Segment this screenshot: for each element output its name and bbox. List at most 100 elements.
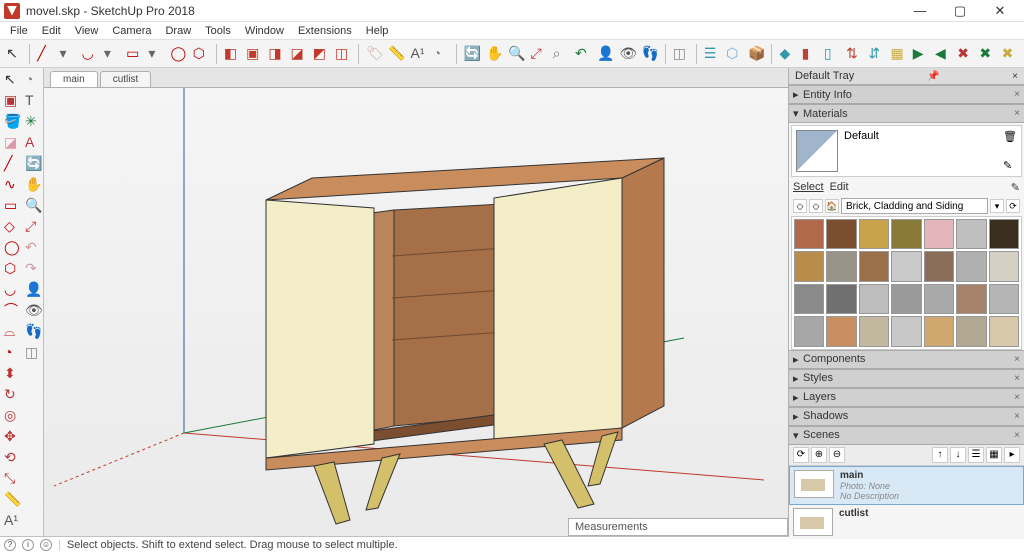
panel-close-icon[interactable]: × <box>1014 430 1020 441</box>
orbit-icon[interactable]: 🔄 <box>462 43 482 65</box>
orbit-icon[interactable]: 🔄 <box>23 154 43 174</box>
front-view-icon[interactable]: ◨ <box>266 43 286 65</box>
look-around-icon[interactable]: 👁 <box>23 301 43 321</box>
move-up-icon[interactable]: ↑ <box>932 447 948 463</box>
material-swatch[interactable] <box>989 316 1019 346</box>
thumb-view-icon[interactable]: ▦ <box>986 447 1002 463</box>
position-camera-icon[interactable]: 👤 <box>595 43 615 65</box>
collection-dropdown-icon[interactable]: ▾ <box>990 199 1004 213</box>
pan-icon[interactable]: ✋ <box>484 43 504 65</box>
collection-dropdown[interactable] <box>841 198 988 214</box>
walk-icon[interactable]: 👣 <box>23 322 43 342</box>
material-swatch[interactable] <box>989 284 1019 314</box>
panel-materials[interactable]: ▾ Materials × <box>789 104 1024 123</box>
material-swatch[interactable] <box>956 316 986 346</box>
3d-text-icon[interactable]: A <box>23 133 43 153</box>
polygon-icon[interactable]: ⬡ <box>2 259 22 279</box>
solid-intersect-icon[interactable]: ⇅ <box>844 43 864 65</box>
line-tool-icon[interactable]: ╱ <box>35 43 55 65</box>
current-material-swatch[interactable] <box>796 130 838 172</box>
solid-union-icon[interactable]: ◆ <box>777 43 797 65</box>
polygon-tool-icon[interactable]: ⬡ <box>191 43 211 65</box>
material-swatch[interactable] <box>859 316 889 346</box>
paint-bucket-icon[interactable]: 🪣 <box>2 112 22 132</box>
next-view-icon[interactable]: ↷ <box>23 259 43 279</box>
remove-scene-icon[interactable]: ⊖ <box>829 447 845 463</box>
arc-dropdown-icon[interactable]: ▾ <box>102 43 122 65</box>
solid-outer-icon[interactable]: ▦ <box>888 43 908 65</box>
tape-measure-icon[interactable]: 📏 <box>386 43 406 65</box>
menu-edit[interactable]: Edit <box>36 24 67 38</box>
circle-icon[interactable]: ◯ <box>2 238 22 258</box>
back-view-icon[interactable]: ◩ <box>311 43 331 65</box>
update-scene-icon[interactable]: ⟳ <box>793 447 809 463</box>
panel-shadows[interactable]: ▸ Shadows × <box>789 407 1024 426</box>
panel-close-icon[interactable]: × <box>1014 354 1020 365</box>
menu-view[interactable]: View <box>69 24 105 38</box>
scene-item-main[interactable]: main Photo: None No Description <box>789 466 1024 505</box>
panel-close-icon[interactable]: × <box>1014 373 1020 384</box>
material-swatch[interactable] <box>924 284 954 314</box>
panel-close-icon[interactable]: × <box>1014 89 1020 100</box>
walk-icon[interactable]: 👣 <box>640 43 660 65</box>
text-icon[interactable]: T <box>23 91 43 111</box>
scene-tab-cutlist[interactable]: cutlist <box>100 71 152 87</box>
menu-draw[interactable]: Draw <box>159 24 197 38</box>
tag-tool-icon[interactable]: 🏷 <box>364 43 384 65</box>
line-icon[interactable]: ╱ <box>2 154 22 174</box>
flip-along2-icon[interactable]: ◀ <box>933 43 953 65</box>
menu-camera[interactable]: Camera <box>106 24 157 38</box>
dimension-icon[interactable]: A¹ <box>408 43 428 65</box>
pan-icon[interactable]: ✋ <box>23 175 43 195</box>
arc-tool-icon[interactable]: ◡ <box>80 43 100 65</box>
menu-help[interactable]: Help <box>360 24 395 38</box>
scale-icon[interactable]: ⤡ <box>2 469 22 489</box>
minimize-button[interactable]: — <box>900 0 940 22</box>
material-swatch[interactable] <box>859 219 889 249</box>
axis-z-icon[interactable]: ✖ <box>1000 43 1020 65</box>
panel-components[interactable]: ▸ Components × <box>789 350 1024 369</box>
details-icon[interactable]: ⟳ <box>1006 199 1020 213</box>
pushpull-icon[interactable]: ⬍ <box>2 364 22 384</box>
material-swatch[interactable] <box>989 251 1019 281</box>
axis-y-icon[interactable]: ✖ <box>977 43 997 65</box>
panel-scenes[interactable]: ▾ Scenes × <box>789 426 1024 445</box>
nav-back-icon[interactable]: ◇ <box>793 199 807 213</box>
material-swatch[interactable] <box>859 284 889 314</box>
material-swatch[interactable] <box>891 284 921 314</box>
rect-dropdown-icon[interactable]: ▾ <box>146 43 166 65</box>
material-swatch[interactable] <box>826 316 856 346</box>
iso-view-icon[interactable]: ◧ <box>222 43 242 65</box>
left-view-icon[interactable]: ◫ <box>333 43 353 65</box>
panel-close-icon[interactable]: × <box>1014 108 1020 119</box>
make-component-icon[interactable]: ▣ <box>2 91 22 111</box>
move-down-icon[interactable]: ↓ <box>950 447 966 463</box>
protractor-icon[interactable]: ◔ <box>431 43 451 65</box>
material-swatch[interactable] <box>826 219 856 249</box>
menu-file[interactable]: File <box>4 24 34 38</box>
right-view-icon[interactable]: ◪ <box>288 43 308 65</box>
material-swatch[interactable] <box>956 219 986 249</box>
rotated-rect-icon[interactable]: ◇ <box>2 217 22 237</box>
circle-tool-icon[interactable]: ◯ <box>168 43 188 65</box>
menu-tools[interactable]: Tools <box>199 24 237 38</box>
zoom-window-icon[interactable]: ⌕ <box>551 43 571 65</box>
line-dropdown-icon[interactable]: ▾ <box>57 43 77 65</box>
help-icon[interactable]: ? <box>4 539 16 551</box>
add-scene-icon[interactable]: ⊕ <box>811 447 827 463</box>
section-icon[interactable]: ◫ <box>23 343 43 363</box>
3d-viewport[interactable]: Measurements <box>44 88 788 536</box>
material-swatch[interactable] <box>859 251 889 281</box>
solid-subtract-icon[interactable]: ▮ <box>800 43 820 65</box>
zoom-icon[interactable]: 🔍 <box>506 43 526 65</box>
material-swatch[interactable] <box>794 284 824 314</box>
axes-icon[interactable]: ✳ <box>23 112 43 132</box>
material-swatch[interactable] <box>956 284 986 314</box>
solid-split-icon[interactable]: ⇵ <box>866 43 886 65</box>
eraser-icon[interactable]: ◪ <box>2 133 22 153</box>
material-swatch[interactable] <box>826 284 856 314</box>
outliner-icon[interactable]: ☰ <box>702 43 722 65</box>
material-swatch[interactable] <box>891 251 921 281</box>
section-plane-icon[interactable]: ◫ <box>671 43 691 65</box>
material-swatch[interactable] <box>924 251 954 281</box>
